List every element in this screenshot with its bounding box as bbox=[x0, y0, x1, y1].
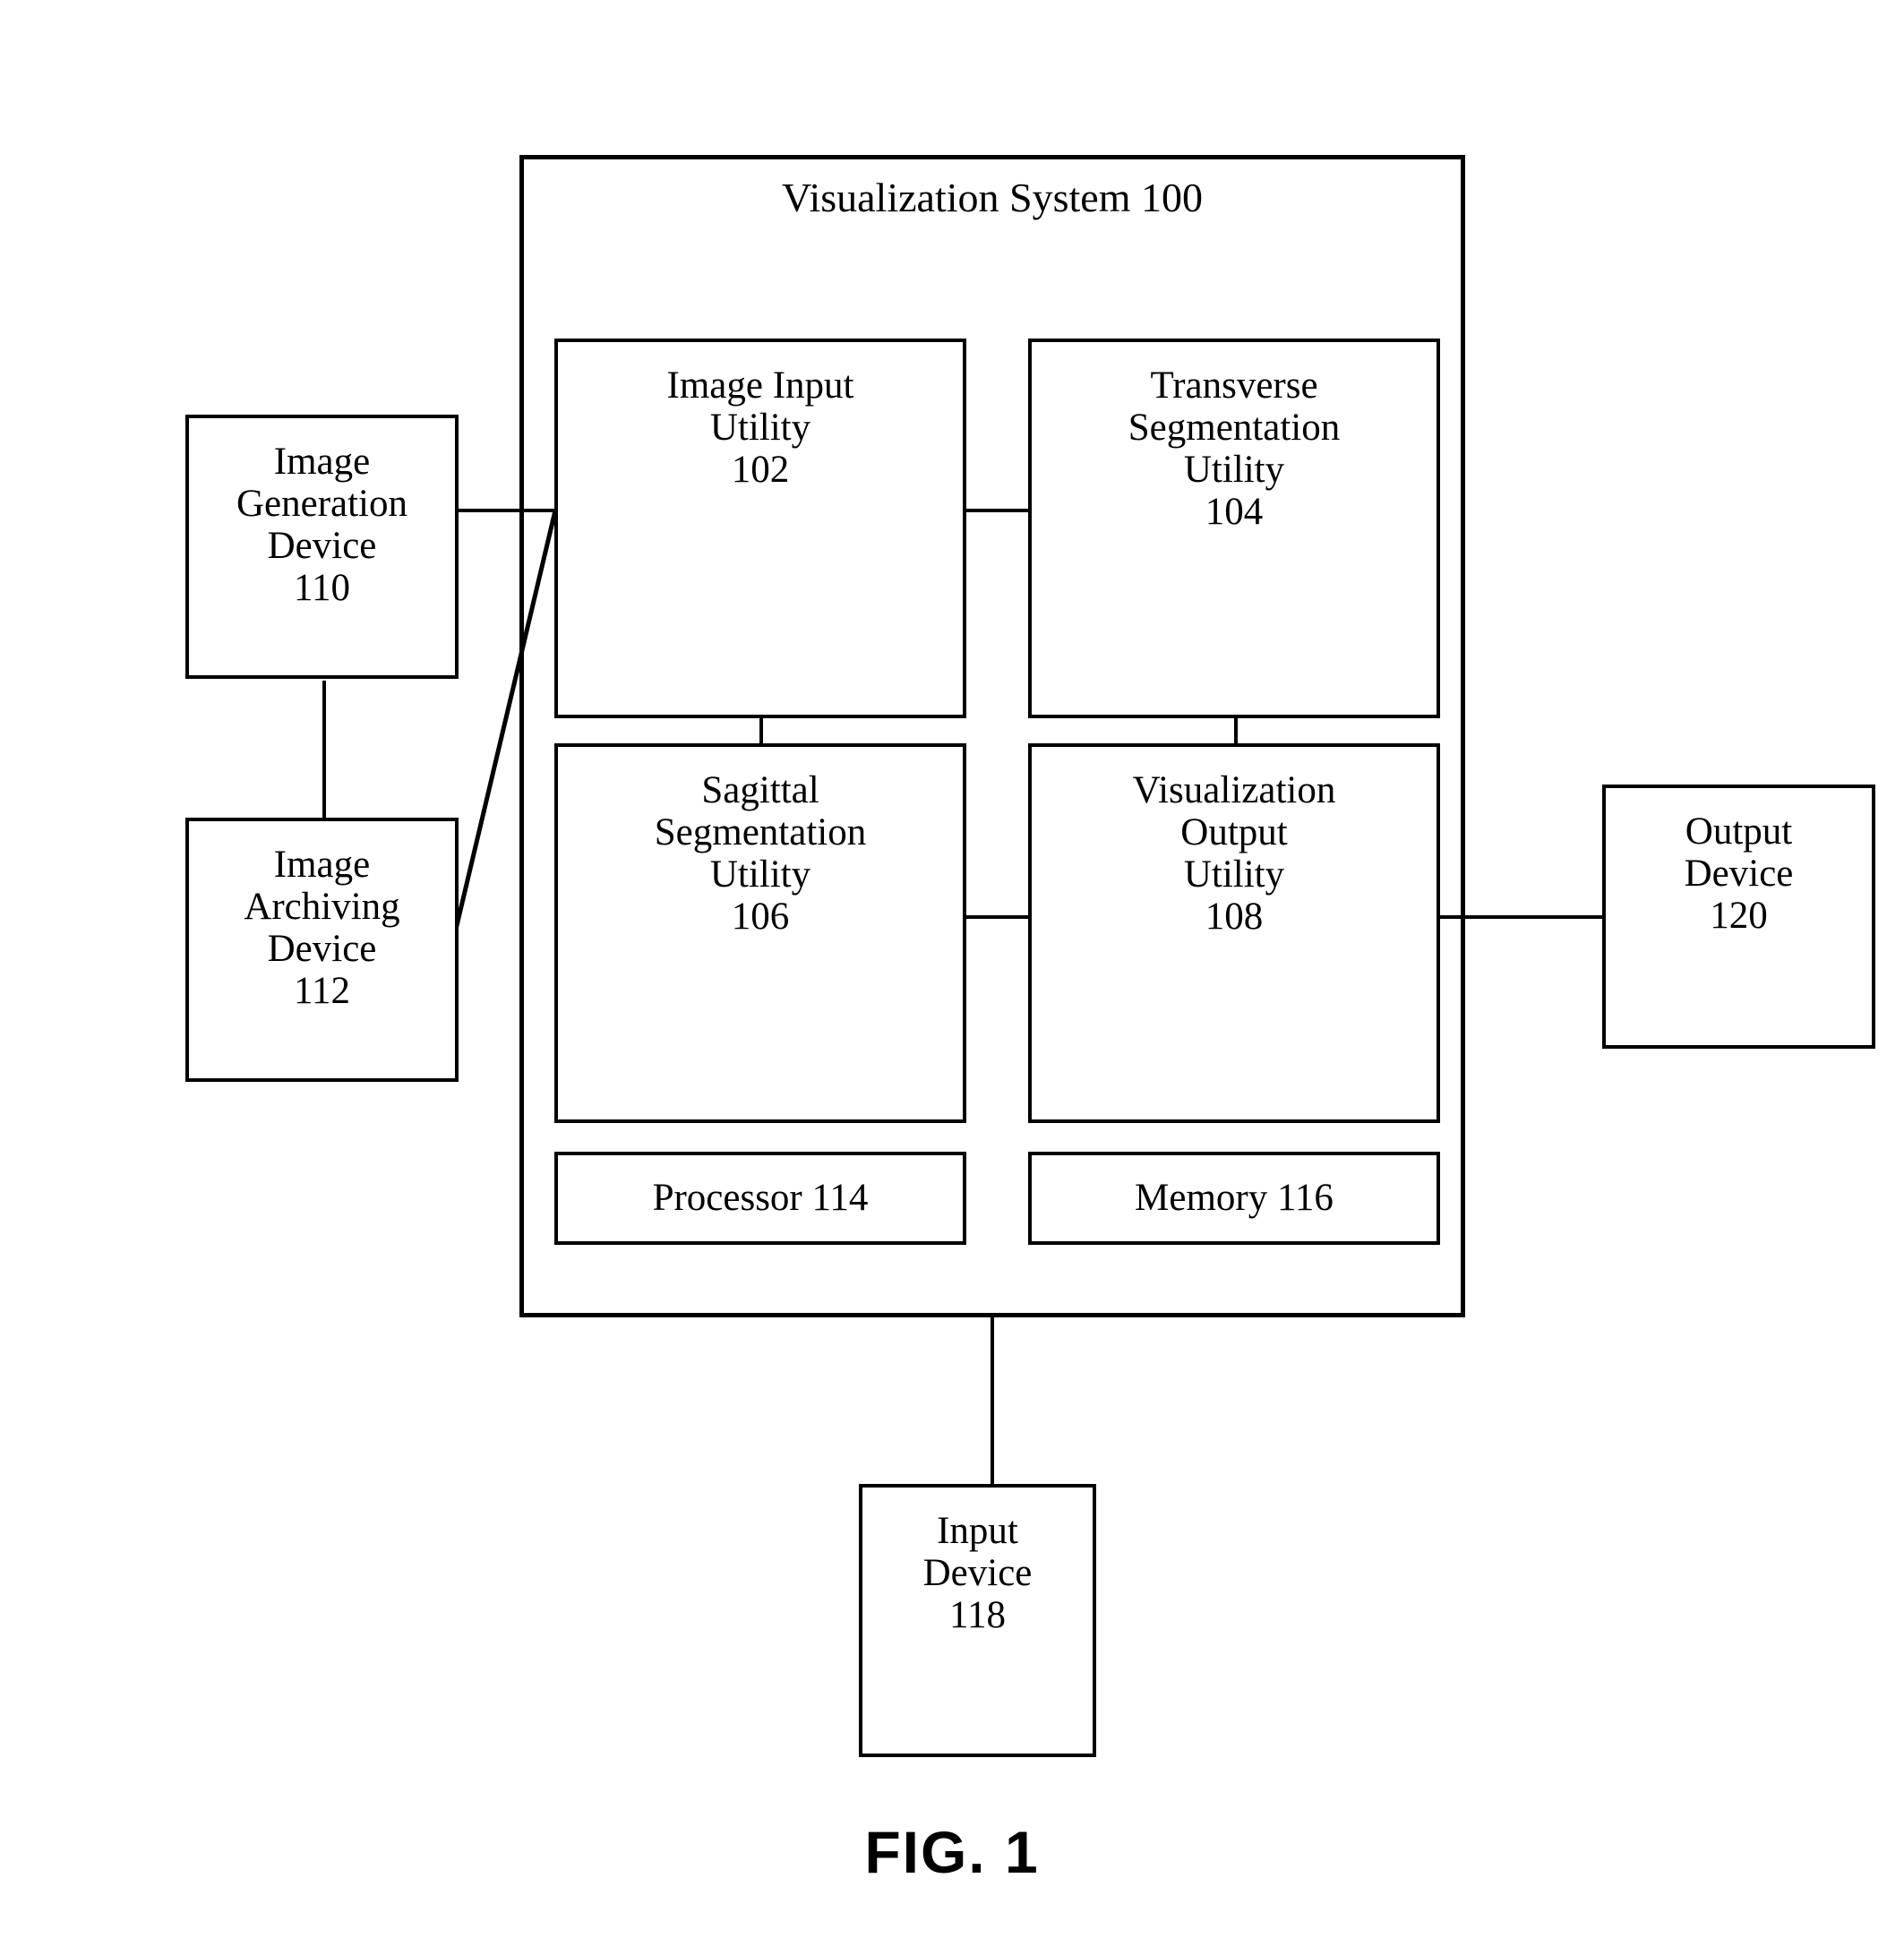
output-device-label: Output Device 120 bbox=[1684, 810, 1794, 937]
image-archiving-device-box: Image Archiving Device 112 bbox=[185, 818, 459, 1082]
input-device-box: Input Device 118 bbox=[859, 1484, 1096, 1757]
processor-label: Processor 114 bbox=[652, 1176, 869, 1219]
visualization-output-utility-box: Visualization Output Utility 108 bbox=[1028, 743, 1440, 1123]
image-input-utility-box: Image Input Utility 102 bbox=[554, 339, 966, 718]
image-generation-device-label: Image Generation Device 110 bbox=[236, 441, 408, 609]
input-device-label: Input Device 118 bbox=[922, 1510, 1033, 1636]
figure-canvas: Visualization System 100 Image Generatio… bbox=[0, 0, 1904, 1938]
output-device-box: Output Device 120 bbox=[1602, 785, 1875, 1049]
image-generation-device-box: Image Generation Device 110 bbox=[185, 415, 459, 679]
visualization-system-title: Visualization System 100 bbox=[782, 175, 1203, 220]
connector-sagittal-segmentation-to-visualization-output bbox=[965, 915, 1030, 919]
connector-system-to-input-device bbox=[991, 1315, 994, 1487]
processor-box: Processor 114 bbox=[554, 1152, 966, 1245]
connector-visualization-output-to-output-device bbox=[1433, 915, 1603, 919]
transverse-segmentation-utility-label: Transverse Segmentation Utility 104 bbox=[1128, 364, 1341, 533]
image-archiving-device-label: Image Archiving Device 112 bbox=[244, 844, 400, 1012]
memory-label: Memory 116 bbox=[1135, 1176, 1334, 1219]
visualization-output-utility-label: Visualization Output Utility 108 bbox=[1132, 769, 1336, 938]
sagittal-segmentation-utility-label: Sagittal Segmentation Utility 106 bbox=[654, 769, 867, 938]
sagittal-segmentation-utility-box: Sagittal Segmentation Utility 106 bbox=[554, 743, 966, 1123]
memory-box: Memory 116 bbox=[1028, 1152, 1440, 1245]
figure-caption: FIG. 1 bbox=[864, 1819, 1040, 1885]
connector-image-input-to-transverse-segmentation bbox=[965, 509, 1030, 512]
connector-image-generation-to-image-archiving bbox=[322, 681, 326, 819]
image-input-utility-label: Image Input Utility 102 bbox=[666, 364, 854, 491]
transverse-segmentation-utility-box: Transverse Segmentation Utility 104 bbox=[1028, 339, 1440, 718]
